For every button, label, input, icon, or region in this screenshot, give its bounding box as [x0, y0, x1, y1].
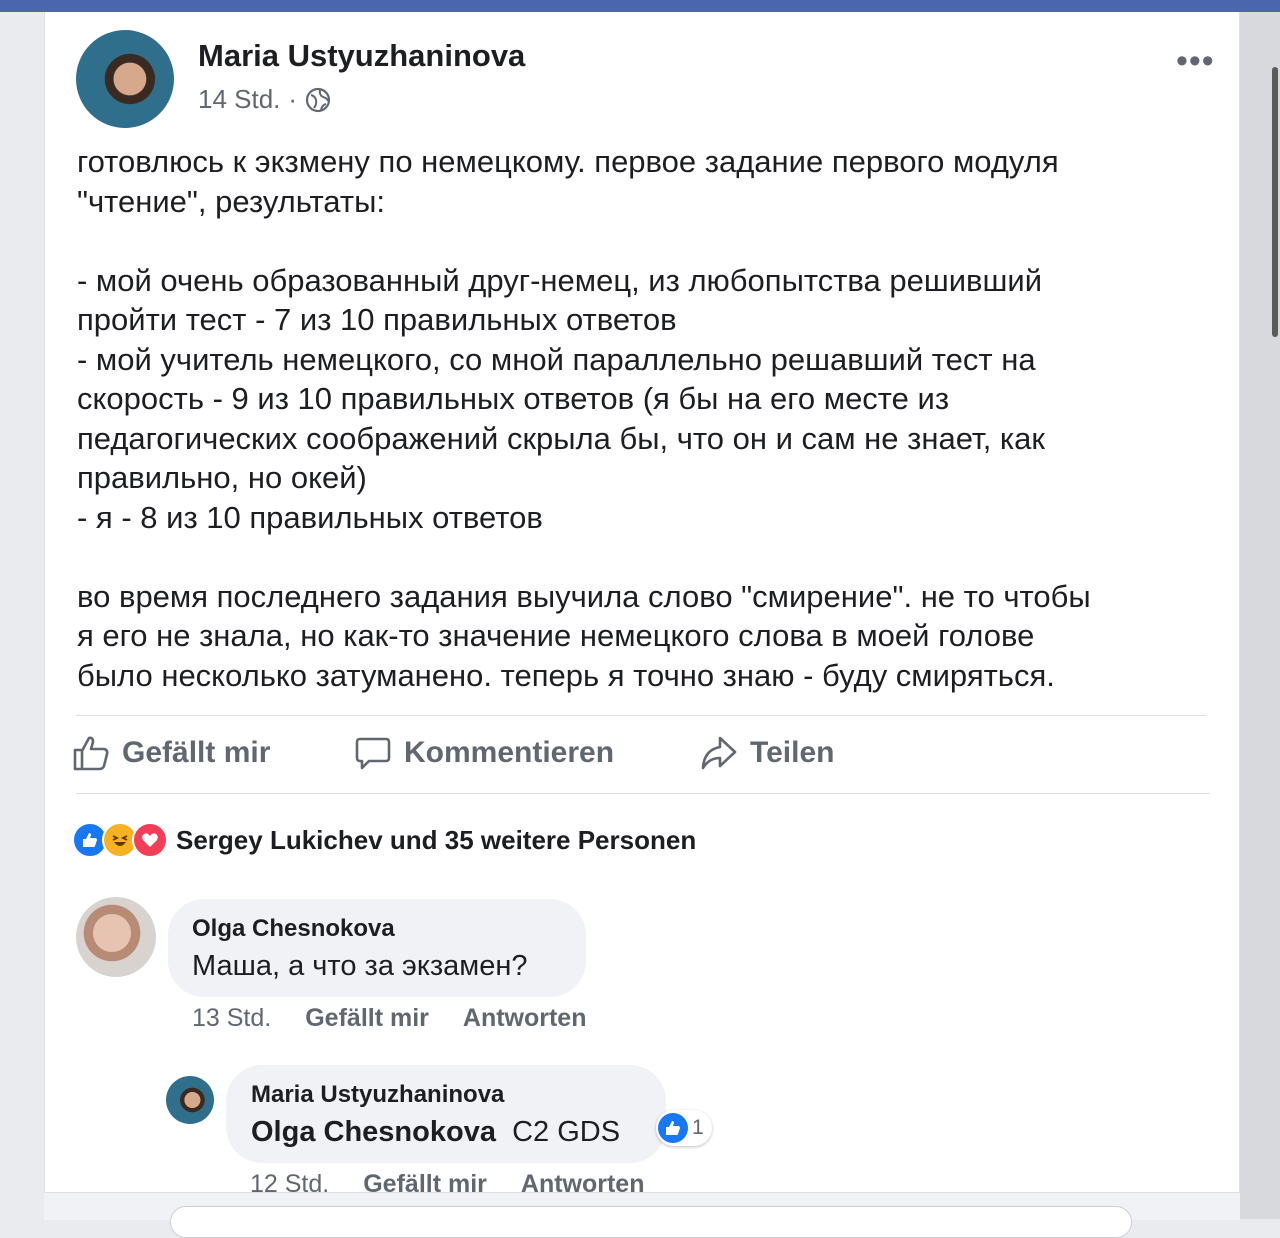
comment-reply-button[interactable]: Antworten — [463, 1004, 587, 1033]
comment-button[interactable]: Kommentieren — [354, 734, 614, 772]
share-icon — [701, 736, 737, 770]
share-label: Teilen — [750, 736, 835, 769]
reactions-summary[interactable]: Sergey Lukichev und 35 weitere Personen — [72, 822, 696, 858]
like-label: Gefällt mir — [122, 736, 271, 769]
thumbs-up-icon — [73, 736, 109, 771]
scrollbar[interactable] — [1272, 67, 1278, 337]
reply-text: Olga Chesnokova C2 GDS — [251, 1116, 620, 1149]
post-line: готовлюсь к экзмену по немецкому. первое… — [77, 144, 1059, 179]
comment-actions: 13 Std. Gefällt mir Antworten — [192, 1004, 587, 1033]
post-line: пройти тест - 7 из 10 правильных ответов — [77, 302, 677, 337]
post-line: "чтение", результаты: — [77, 183, 385, 219]
reply-body: C2 GDS — [512, 1116, 621, 1148]
comment-icon — [355, 737, 391, 770]
meta-dot: · — [288, 84, 298, 114]
side-panel — [1238, 12, 1280, 1219]
reactions-text: Sergey Lukichev und 35 weitere Personen — [176, 824, 697, 855]
top-bar — [0, 0, 1280, 12]
more-horizontal-icon[interactable]: ••• — [1176, 44, 1215, 78]
post-line: - я - 8 из 10 правильных ответов — [77, 499, 543, 535]
author-avatar[interactable] — [76, 30, 174, 128]
reply-like-badge[interactable]: 1 — [656, 1110, 712, 1146]
love-icon — [132, 822, 168, 858]
post-meta: 14 Std. · — [198, 84, 331, 115]
comment-input[interactable] — [170, 1206, 1132, 1238]
post-line — [77, 221, 1207, 261]
post-text: готовлюсь к экзмену по немецкому. первое… — [77, 142, 1207, 695]
post-time[interactable]: 14 Std. — [198, 84, 280, 115]
divider — [76, 715, 1206, 716]
commenter-avatar[interactable] — [76, 897, 156, 977]
reply-author-avatar[interactable] — [166, 1076, 214, 1124]
post-line: во время последнего задания выучила слов… — [77, 578, 1091, 614]
comment-like-button[interactable]: Gefällt mir — [305, 1004, 429, 1033]
post-line: было несколько затуманено. теперь я точн… — [77, 657, 1055, 693]
globe-icon — [305, 87, 331, 112]
post-line: я его не знала, но как-то значение немец… — [77, 618, 1035, 653]
reply-like-count: 1 — [692, 1116, 704, 1139]
comment-time[interactable]: 13 Std. — [192, 1004, 271, 1033]
post-author-name[interactable]: Maria Ustyuzhaninova — [198, 38, 525, 74]
reply-author[interactable]: Maria Ustyuzhaninova — [251, 1081, 504, 1109]
post-line — [77, 537, 1207, 577]
reply-mention[interactable]: Olga Chesnokova — [251, 1116, 496, 1148]
post-line: скорость - 9 из 10 правильных ответов (я… — [77, 381, 950, 416]
post-line: педагогических соображений скрыла бы, чт… — [77, 420, 1045, 456]
share-button[interactable]: Teilen — [700, 734, 834, 772]
comment-author[interactable]: Olga Chesnokova — [192, 915, 395, 943]
post-line: - мой учитель немецкого, со мной паралле… — [77, 341, 1036, 377]
post-line: правильно, но окей) — [77, 460, 367, 495]
divider — [76, 793, 1210, 794]
like-icon — [658, 1113, 688, 1143]
post-line: - мой очень образованный друг-немец, из … — [77, 262, 1043, 298]
comment-label: Kommentieren — [404, 736, 615, 769]
like-button[interactable]: Gefällt mir — [72, 734, 270, 772]
comment-text: Маша, а что за экзамен? — [192, 950, 528, 982]
